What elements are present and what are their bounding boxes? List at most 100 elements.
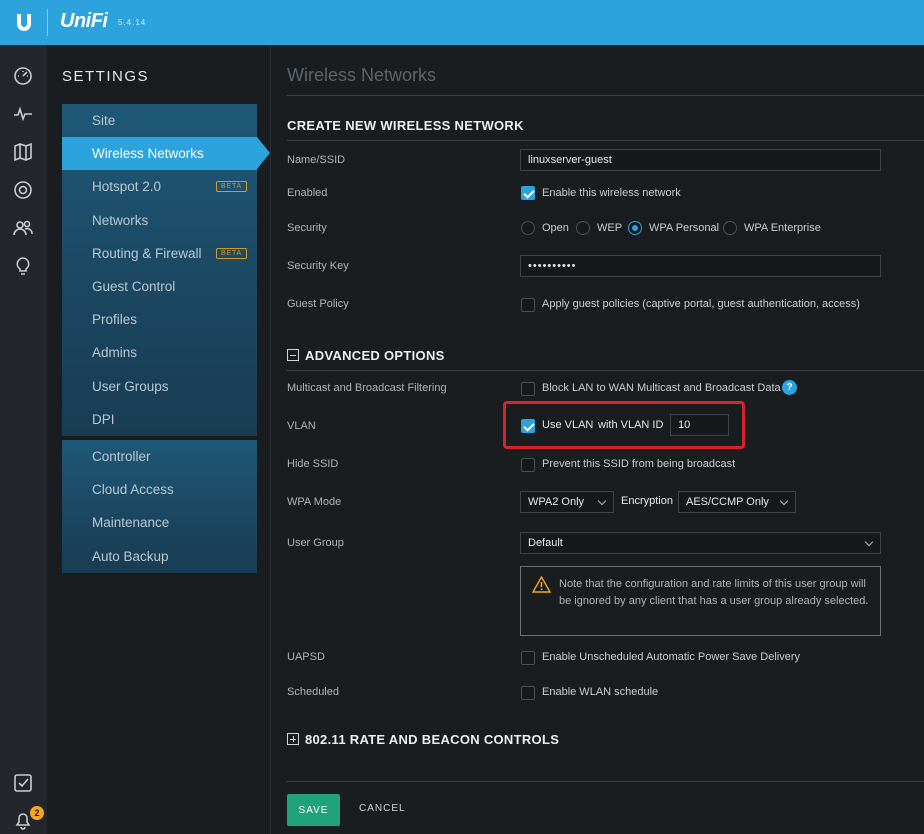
save-button[interactable]: SAVE <box>287 794 340 826</box>
name-ssid-label: Name/SSID <box>287 154 346 166</box>
nav-item-user-groups[interactable]: User Groups <box>62 370 257 403</box>
nav-item-maintenance[interactable]: Maintenance <box>62 506 257 539</box>
scheduled-label: Scheduled <box>287 686 339 698</box>
warning-icon <box>532 576 551 593</box>
security-label: Security <box>287 222 327 234</box>
guest-policy-label: Guest Policy <box>287 298 349 310</box>
nav-item-controller[interactable]: Controller <box>62 440 257 473</box>
wpa-mode-label: WPA Mode <box>287 496 342 508</box>
divider <box>287 370 924 371</box>
nav-item-label: Guest Control <box>92 279 176 295</box>
security-wpa-enterprise-label: WPA Enterprise <box>744 222 821 234</box>
nav-item-label: Auto Backup <box>92 548 169 564</box>
settings-nav: Site Wireless Networks Hotspot 2.0 BETA N… <box>62 104 270 573</box>
settings-title: SETTINGS <box>62 68 150 85</box>
security-open-label: Open <box>542 222 569 234</box>
rate-beacon-heading[interactable]: 802.11 RATE AND BEACON CONTROLS <box>305 732 559 747</box>
version-label: 5.4.14 <box>118 18 147 27</box>
name-ssid-input[interactable]: linuxserver-guest <box>520 149 881 171</box>
encryption-value: AES/CCMP Only <box>686 496 769 508</box>
uapsd-text: Enable Unscheduled Automatic Power Save … <box>542 651 801 663</box>
uapsd-checkbox[interactable] <box>521 651 535 665</box>
nav-item-auto-backup[interactable]: Auto Backup <box>62 539 257 572</box>
nav-item-dpi[interactable]: DPI <box>62 403 257 436</box>
hide-ssid-label: Hide SSID <box>287 458 339 470</box>
nav-item-label: DPI <box>92 411 115 427</box>
insights-icon[interactable] <box>11 254 35 278</box>
expand-icon[interactable] <box>287 733 299 745</box>
nav-item-label: Wireless Networks <box>92 146 204 162</box>
create-network-heading: CREATE NEW WIRELESS NETWORK <box>287 118 524 133</box>
multicast-checkbox[interactable] <box>521 382 535 396</box>
guest-policy-text: Apply guest policies (captive portal, gu… <box>542 298 860 310</box>
user-group-label: User Group <box>287 537 344 549</box>
nav-item-label: Admins <box>92 345 138 361</box>
notice-text: Note that the configuration and rate lim… <box>559 578 869 607</box>
security-open-radio[interactable] <box>521 221 535 235</box>
divider <box>287 781 924 782</box>
nav-item-label: Networks <box>92 212 149 228</box>
column-divider <box>270 45 271 834</box>
tasks-icon[interactable] <box>11 771 35 795</box>
devices-icon[interactable] <box>11 178 35 202</box>
nav-item-site[interactable]: Site <box>62 104 257 137</box>
nav-item-label: Routing & Firewall <box>92 245 202 261</box>
top-bar: UniFi 5.4.14 <box>0 0 924 45</box>
map-icon[interactable] <box>11 140 35 164</box>
nav-item-cloud-access[interactable]: Cloud Access <box>62 473 257 506</box>
multicast-text: Block LAN to WAN Multicast and Broadcast… <box>542 382 781 394</box>
security-key-input[interactable]: •••••••••• <box>520 255 881 277</box>
scheduled-checkbox[interactable] <box>521 686 535 700</box>
enabled-checkbox[interactable] <box>521 186 535 200</box>
nav-item-label: Maintenance <box>92 515 170 531</box>
nav-item-guest-control[interactable]: Guest Control <box>62 270 257 303</box>
clients-icon[interactable] <box>11 216 35 240</box>
user-group-select[interactable]: Default <box>520 532 881 554</box>
uapsd-label: UAPSD <box>287 651 325 663</box>
chevron-down-icon <box>864 537 874 547</box>
hide-ssid-checkbox[interactable] <box>521 458 535 472</box>
ubiquiti-logo-icon[interactable] <box>0 0 47 45</box>
advanced-options-heading[interactable]: ADVANCED OPTIONS <box>305 348 445 363</box>
dashboard-icon[interactable] <box>11 64 35 88</box>
security-key-label: Security Key <box>287 260 349 272</box>
multicast-label: Multicast and Broadcast Filtering <box>287 382 447 394</box>
security-wpa-enterprise-radio[interactable] <box>723 221 737 235</box>
brand-name: UniFi <box>60 10 108 32</box>
logo-divider <box>47 9 48 36</box>
collapse-icon[interactable] <box>287 349 299 361</box>
settings-nav-group-site: Site Wireless Networks Hotspot 2.0 BETA N… <box>62 104 270 436</box>
vlan-label: VLAN <box>287 420 316 432</box>
help-icon[interactable]: ? <box>782 380 797 395</box>
cancel-button[interactable]: CANCEL <box>359 803 406 814</box>
wpa-mode-value: WPA2 Only <box>528 496 585 508</box>
security-wpa-personal-label: WPA Personal <box>649 222 720 234</box>
security-wep-label: WEP <box>597 222 623 234</box>
nav-item-label: Site <box>92 113 116 129</box>
chevron-down-icon <box>597 496 607 506</box>
nav-item-profiles[interactable]: Profiles <box>62 303 257 336</box>
nav-item-wireless-networks[interactable]: Wireless Networks <box>62 137 270 171</box>
vlan-highlight-box <box>503 401 745 449</box>
wpa-mode-select[interactable]: WPA2 Only <box>520 491 614 513</box>
nav-item-label: Profiles <box>92 312 138 328</box>
encryption-label: Encryption <box>621 495 673 507</box>
divider <box>287 95 924 96</box>
nav-item-admins[interactable]: Admins <box>62 336 257 369</box>
nav-item-networks[interactable]: Networks <box>62 204 257 237</box>
encryption-select[interactable]: AES/CCMP Only <box>678 491 796 513</box>
statistics-icon[interactable] <box>11 102 35 126</box>
beta-badge: BETA <box>216 181 247 193</box>
guest-policy-checkbox[interactable] <box>521 298 535 312</box>
nav-item-hotspot[interactable]: Hotspot 2.0 BETA <box>62 170 257 203</box>
beta-badge: BETA <box>216 247 247 259</box>
enabled-text: Enable this wireless network <box>542 187 681 199</box>
nav-item-label: Controller <box>92 448 151 464</box>
alerts-count-badge: 2 <box>30 806 44 820</box>
nav-item-routing-firewall[interactable]: Routing & Firewall BETA <box>62 237 257 270</box>
hide-ssid-text: Prevent this SSID from being broadcast <box>542 458 736 470</box>
security-wpa-personal-radio[interactable] <box>628 221 642 235</box>
page-title: Wireless Networks <box>287 65 437 85</box>
enabled-label: Enabled <box>287 187 328 199</box>
security-wep-radio[interactable] <box>576 221 590 235</box>
